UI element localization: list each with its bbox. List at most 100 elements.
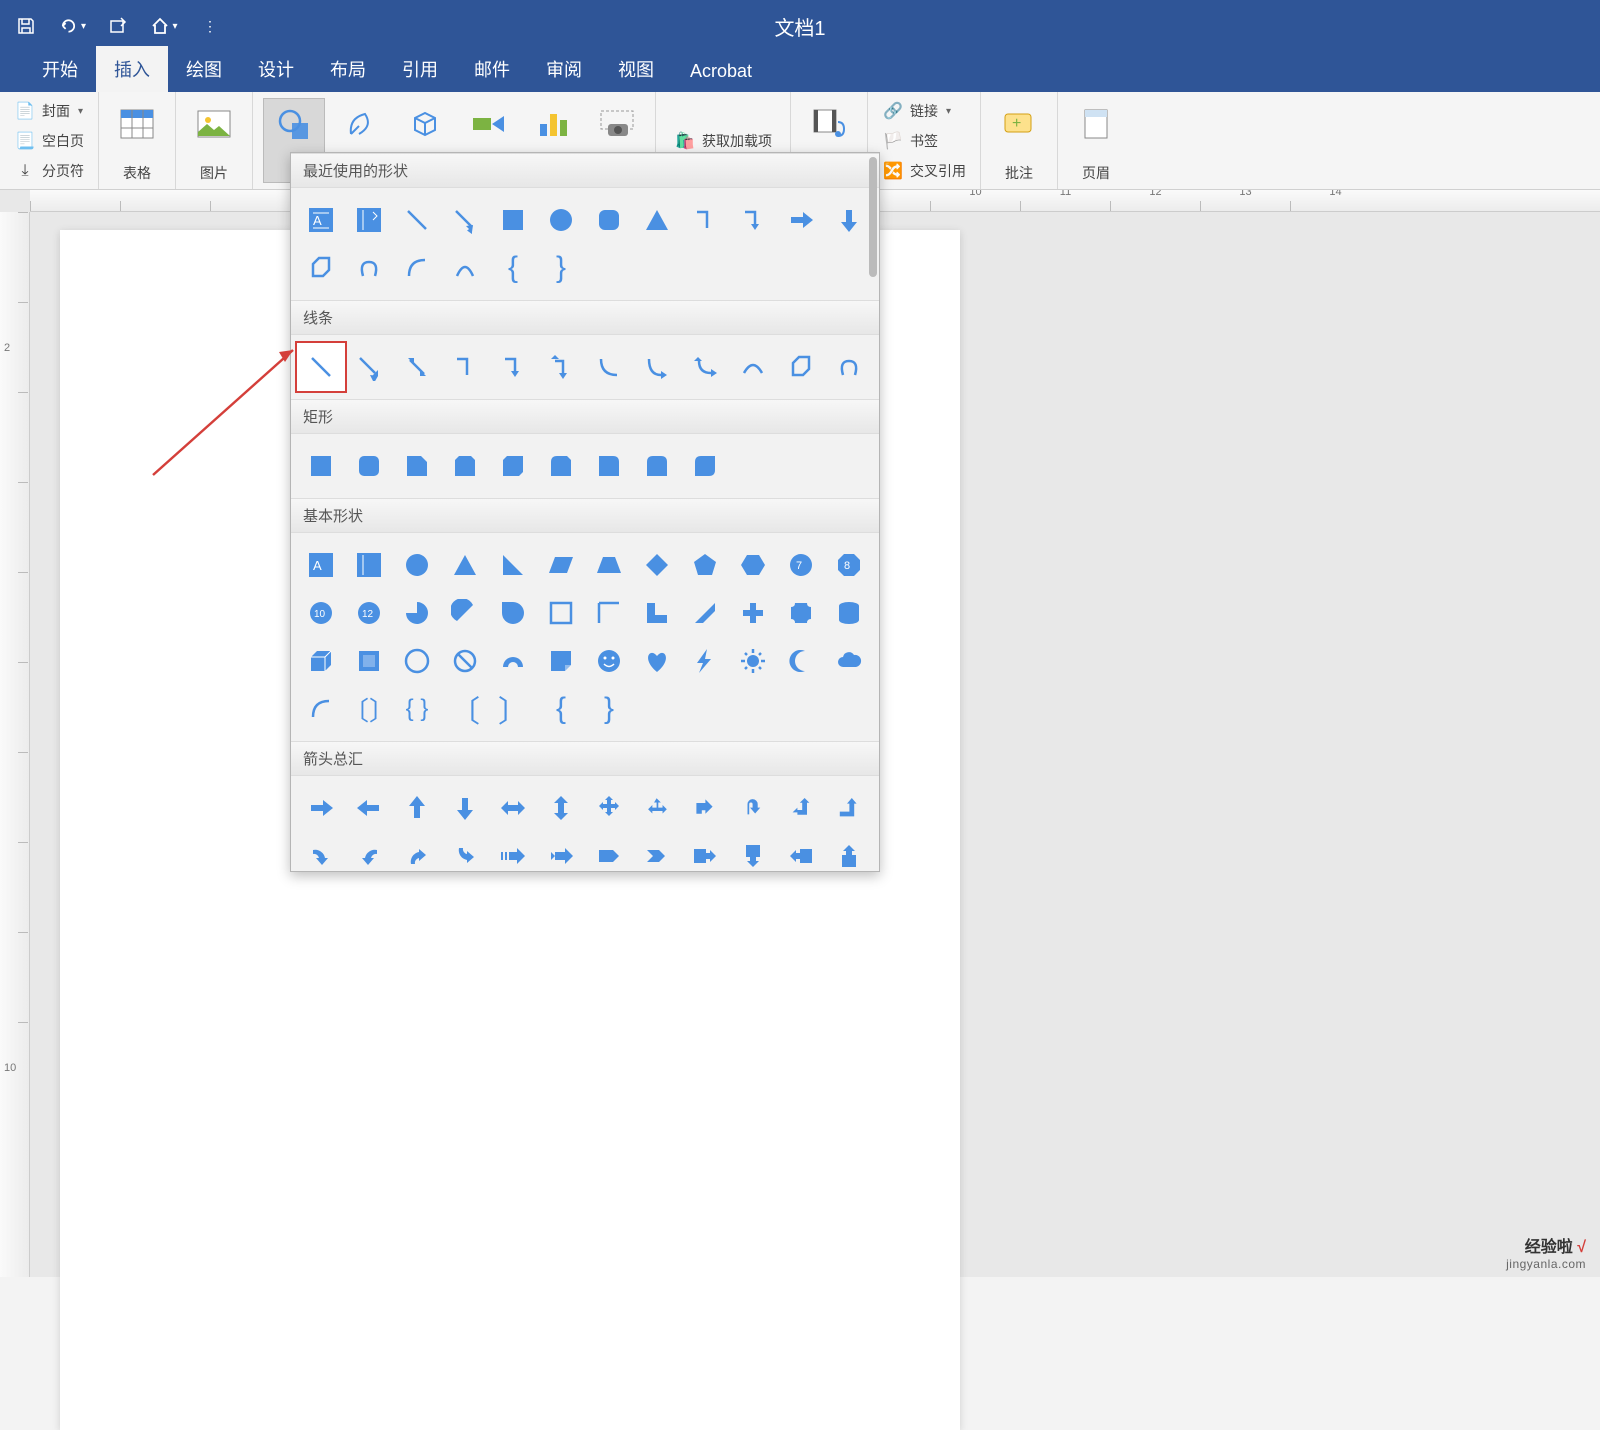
- tab-insert[interactable]: 插入: [96, 46, 168, 92]
- shape-teardrop[interactable]: [489, 589, 537, 637]
- shape-bevel[interactable]: [345, 637, 393, 685]
- shape-line[interactable]: [393, 196, 441, 244]
- page-break-button[interactable]: ⤓分页符: [10, 158, 88, 184]
- shape-curve[interactable]: [441, 244, 489, 292]
- shape-folded-corner[interactable]: [537, 637, 585, 685]
- shape-round-diag[interactable]: [681, 442, 729, 490]
- shape-right-arrow[interactable]: [777, 196, 825, 244]
- scrollbar-thumb[interactable]: [869, 157, 877, 277]
- shape-oval[interactable]: [537, 196, 585, 244]
- link-button[interactable]: 🔗链接▾: [878, 98, 970, 124]
- arrow-notched-right[interactable]: [537, 832, 585, 872]
- shape-right-bracket[interactable]: 〕: [489, 685, 537, 733]
- arrow-right-callout[interactable]: [681, 832, 729, 872]
- shape-heart[interactable]: [633, 637, 681, 685]
- tab-design[interactable]: 设计: [240, 46, 312, 92]
- shape-right-triangle[interactable]: [489, 541, 537, 589]
- shape-no-symbol[interactable]: [441, 637, 489, 685]
- tab-references[interactable]: 引用: [384, 46, 456, 92]
- shape-snip-round[interactable]: [537, 442, 585, 490]
- shape-round-same[interactable]: [633, 442, 681, 490]
- shape-round-single[interactable]: [585, 442, 633, 490]
- tab-review[interactable]: 审阅: [528, 46, 600, 92]
- shape-trapezoid[interactable]: [585, 541, 633, 589]
- shape-rect[interactable]: [297, 442, 345, 490]
- shape-left-brace2[interactable]: {: [537, 685, 585, 733]
- shape-block-arc[interactable]: [489, 637, 537, 685]
- shape-donut[interactable]: [393, 637, 441, 685]
- shape-left-brace[interactable]: {: [489, 244, 537, 292]
- shape-diagonal-stripe[interactable]: [681, 589, 729, 637]
- shape-parallelogram[interactable]: [537, 541, 585, 589]
- customize-qat-icon[interactable]: ⋮: [196, 12, 224, 40]
- shape-curve2[interactable]: [729, 343, 777, 391]
- pictures-button[interactable]: 图片: [186, 98, 242, 183]
- arrow-up[interactable]: [393, 784, 441, 832]
- shape-arrow-line[interactable]: [441, 196, 489, 244]
- shape-l-shape[interactable]: [633, 589, 681, 637]
- shape-sun[interactable]: [729, 637, 777, 685]
- shape-line-straight[interactable]: [297, 343, 345, 391]
- shape-triangle[interactable]: [633, 196, 681, 244]
- tab-view[interactable]: 视图: [600, 46, 672, 92]
- arrow-curved-left[interactable]: [345, 832, 393, 872]
- shape-cloud[interactable]: [825, 637, 873, 685]
- tab-draw[interactable]: 绘图: [168, 46, 240, 92]
- crossref-button[interactable]: 🔀交叉引用: [878, 158, 970, 184]
- arrow-curved-up[interactable]: [393, 832, 441, 872]
- shape-elbow[interactable]: [441, 343, 489, 391]
- table-button[interactable]: 表格: [109, 98, 165, 183]
- shape-snip-diag[interactable]: [489, 442, 537, 490]
- shape-smiley[interactable]: [585, 637, 633, 685]
- shape-elbow-double[interactable]: [537, 343, 585, 391]
- comment-button[interactable]: + 批注: [991, 98, 1047, 183]
- arrow-striped-right[interactable]: [489, 832, 537, 872]
- shape-elbow-connector[interactable]: [681, 196, 729, 244]
- arrow-leftrightup[interactable]: [633, 784, 681, 832]
- home-icon[interactable]: ▾: [150, 12, 178, 40]
- arrow-curved-down[interactable]: [441, 832, 489, 872]
- shape-rounded-rect[interactable]: [585, 196, 633, 244]
- shape-dodecagon[interactable]: 12: [345, 589, 393, 637]
- shape-round-rect[interactable]: [345, 442, 393, 490]
- arrow-right[interactable]: [297, 784, 345, 832]
- shape-textbox-v2[interactable]: [345, 541, 393, 589]
- arrow-down[interactable]: [441, 784, 489, 832]
- arrow-left[interactable]: [345, 784, 393, 832]
- shape-arc[interactable]: [393, 244, 441, 292]
- arrow-bentup[interactable]: [825, 784, 873, 832]
- shape-right-brace[interactable]: }: [537, 244, 585, 292]
- shape-double-brace[interactable]: { }: [393, 685, 441, 733]
- undo-icon[interactable]: ▾: [58, 12, 86, 40]
- arrow-updown[interactable]: [537, 784, 585, 832]
- tab-acrobat[interactable]: Acrobat: [672, 51, 770, 92]
- shape-octagon[interactable]: 8: [825, 541, 873, 589]
- tab-mailings[interactable]: 邮件: [456, 46, 528, 92]
- shape-curved-arrow[interactable]: [633, 343, 681, 391]
- shape-left-bracket[interactable]: 〔: [441, 685, 489, 733]
- arrow-leftright[interactable]: [489, 784, 537, 832]
- tab-home[interactable]: 开始: [24, 46, 96, 92]
- tab-layout[interactable]: 布局: [312, 46, 384, 92]
- bookmark-button[interactable]: 🏳️书签: [878, 128, 970, 154]
- save-icon[interactable]: [12, 12, 40, 40]
- shape-line-double-arrow[interactable]: [393, 343, 441, 391]
- arrow-down-callout[interactable]: [729, 832, 777, 872]
- shape-freeform[interactable]: [297, 244, 345, 292]
- shape-plus[interactable]: [729, 589, 777, 637]
- shape-snip-single[interactable]: [393, 442, 441, 490]
- shape-textbox[interactable]: A: [297, 196, 345, 244]
- shape-chord[interactable]: [441, 589, 489, 637]
- shape-textbox2[interactable]: A: [297, 541, 345, 589]
- blank-page-button[interactable]: 📃空白页: [10, 128, 88, 154]
- arrow-left-callout[interactable]: [777, 832, 825, 872]
- shape-freeform2[interactable]: [777, 343, 825, 391]
- arrow-chevron[interactable]: [633, 832, 681, 872]
- shape-elbow-arrow[interactable]: [729, 196, 777, 244]
- shape-curved-double[interactable]: [681, 343, 729, 391]
- arrow-uturn[interactable]: [729, 784, 777, 832]
- vertical-ruler[interactable]: [0, 212, 30, 1277]
- shape-decagon[interactable]: 10: [297, 589, 345, 637]
- redo-icon[interactable]: [104, 12, 132, 40]
- shape-double-bracket[interactable]: 〔〕: [345, 685, 393, 733]
